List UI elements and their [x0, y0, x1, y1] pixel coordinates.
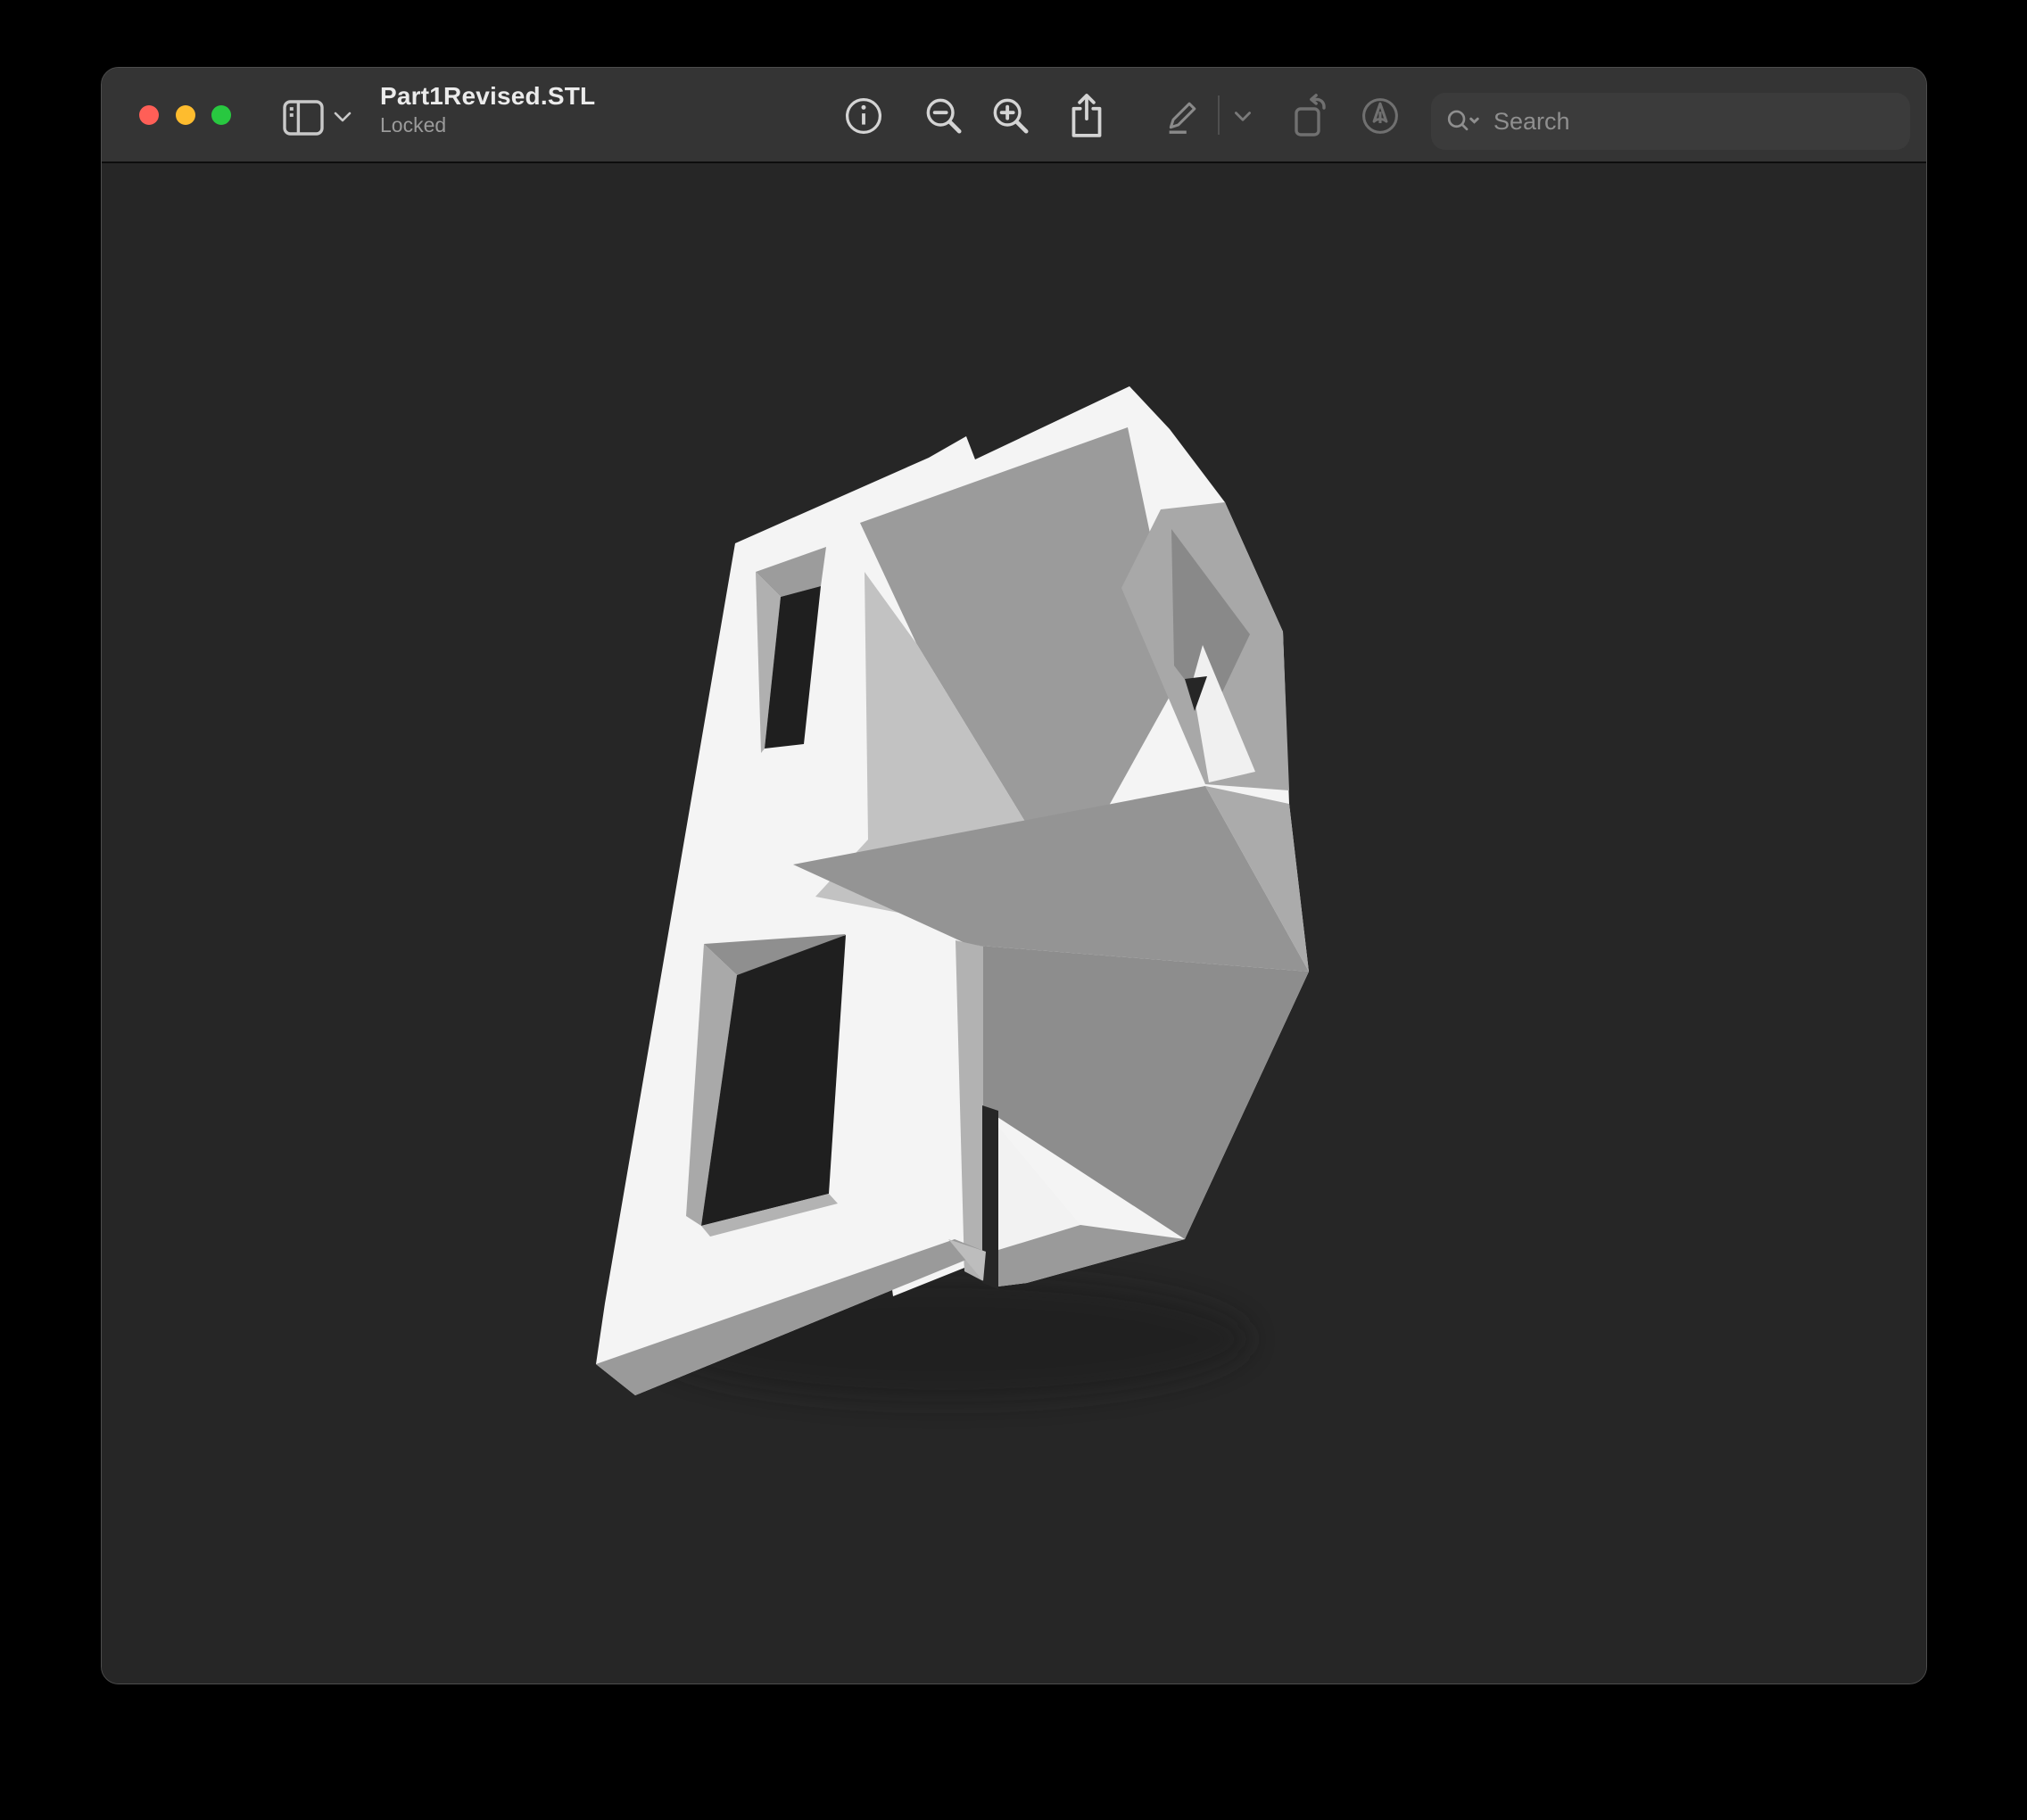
window-title: Part1Revised.STL — [380, 82, 844, 111]
close-button[interactable] — [139, 105, 159, 125]
toolbar-divider — [1218, 95, 1220, 135]
sidebar-toggle-button[interactable] — [282, 99, 325, 136]
rotate-left-button — [1288, 94, 1331, 138]
sidebar-chevron-down-icon[interactable] — [332, 110, 353, 124]
stl-viewer-canvas[interactable] — [102, 163, 1926, 1684]
zoom-window-button[interactable] — [211, 105, 231, 125]
markup-pencil-icon — [1171, 103, 1194, 127]
search-field[interactable] — [1431, 93, 1910, 150]
pen-nib-button — [1360, 95, 1401, 136]
zoom-in-button[interactable] — [990, 95, 1031, 136]
markup-chevron-down-icon — [1231, 109, 1254, 125]
zoom-out-button[interactable] — [923, 95, 964, 136]
markup-pencil-button — [1162, 95, 1203, 136]
title-block: Part1Revised.STL Locked — [380, 82, 844, 137]
share-button[interactable] — [1064, 91, 1109, 139]
titlebar[interactable]: Part1Revised.STL Locked — [102, 68, 1926, 163]
search-icon — [1445, 108, 1483, 135]
sidebar-icon — [285, 102, 322, 134]
stl-model-render — [572, 358, 1375, 1473]
info-button[interactable] — [843, 95, 884, 136]
preview-window: Part1Revised.STL Locked — [101, 67, 1927, 1684]
window-subtitle: Locked — [380, 113, 844, 136]
minimize-button[interactable] — [176, 105, 195, 125]
search-input[interactable] — [1492, 107, 1896, 136]
rotate-left-icon — [1296, 109, 1319, 135]
